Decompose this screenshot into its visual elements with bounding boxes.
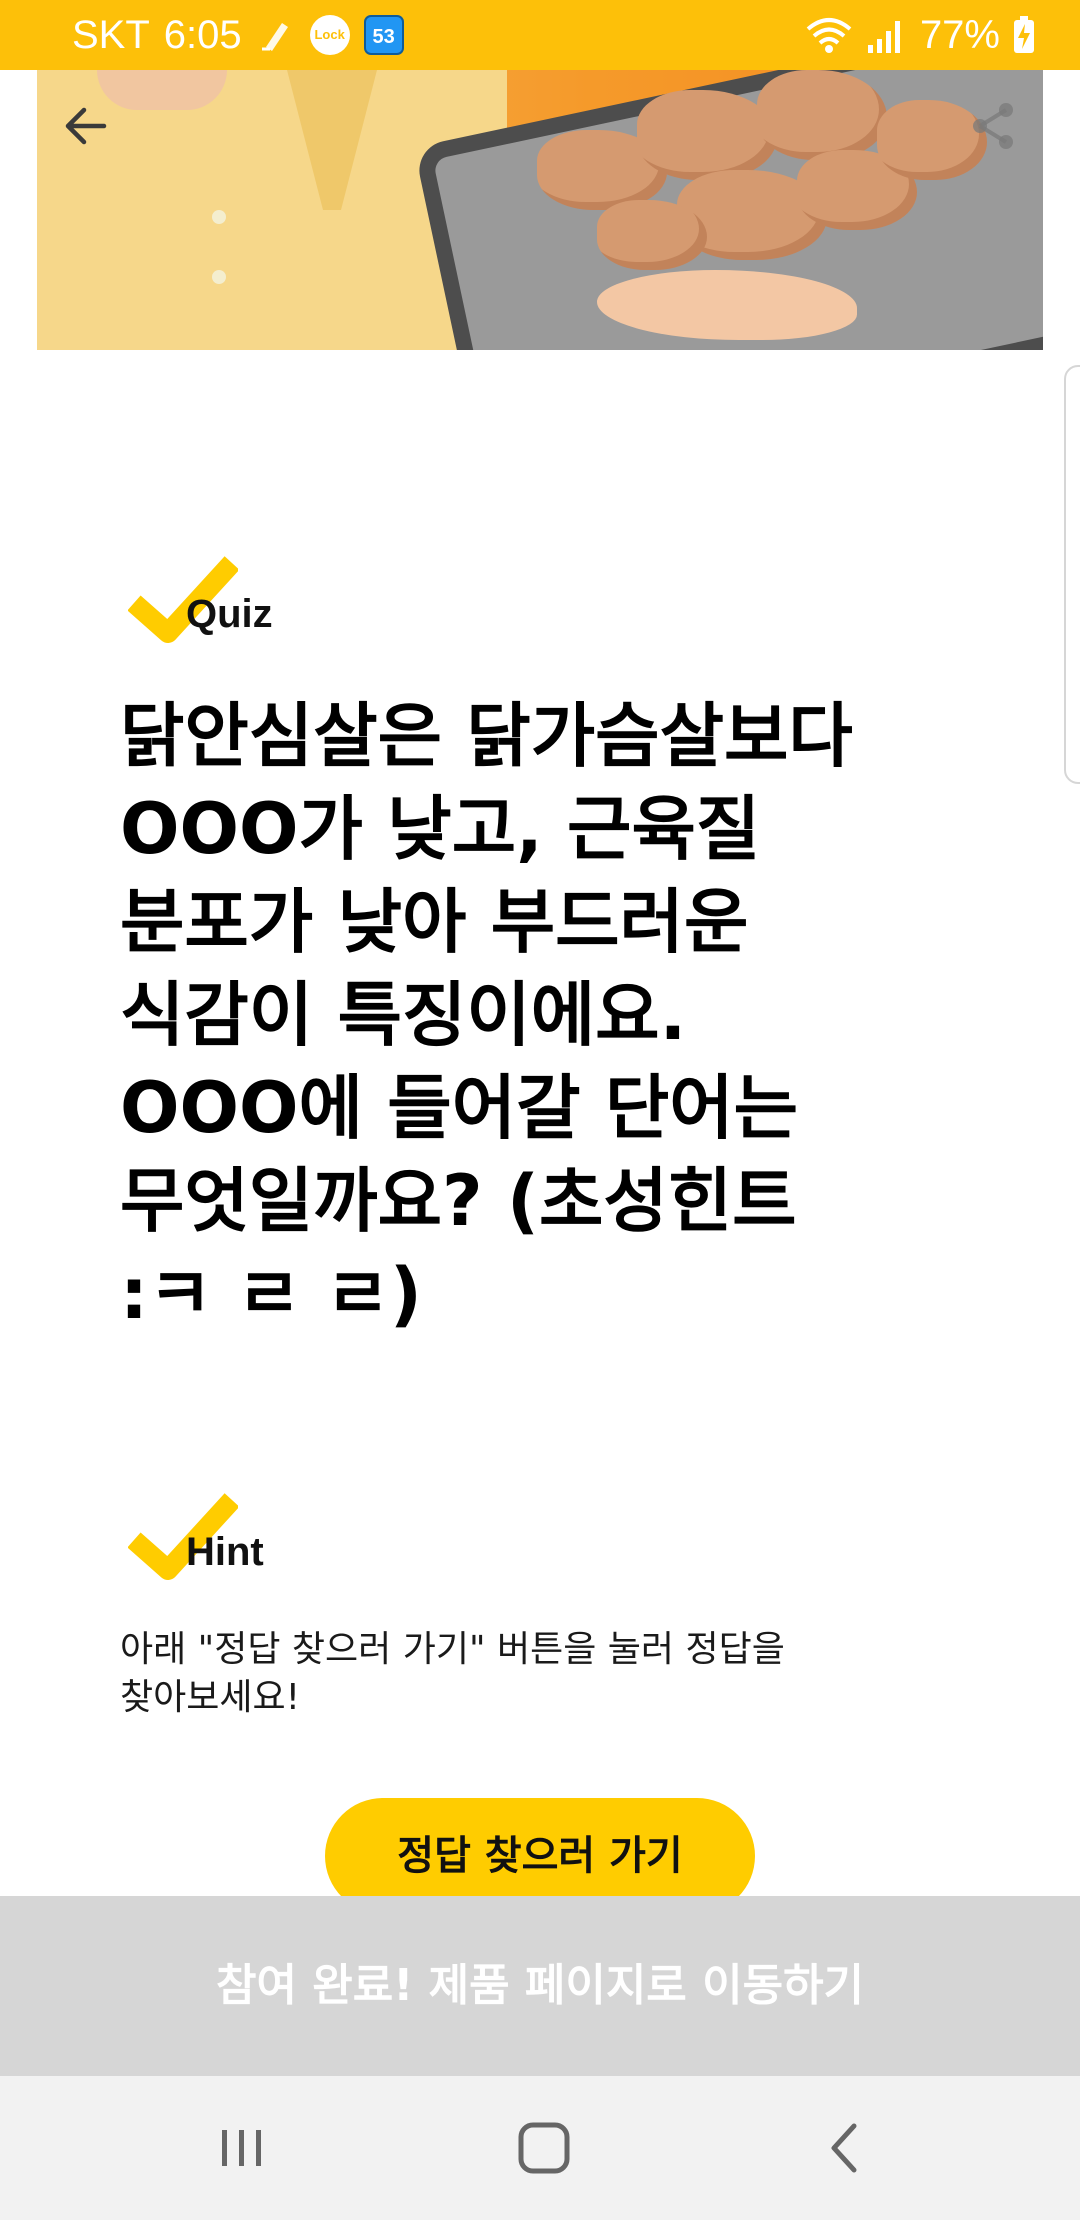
hero-banner-image [37, 70, 1043, 350]
system-back-icon[interactable] [810, 2112, 882, 2184]
olock-notification-icon: Lock [309, 15, 350, 55]
battery-charging-icon [1014, 16, 1034, 53]
wifi-icon [806, 18, 852, 53]
scroll-handle[interactable] [1064, 365, 1080, 784]
quiz-label: Quiz [186, 592, 273, 636]
notification-count-badge: 53 [363, 15, 404, 55]
quiz-question: 닭안심살은 닭가슴살보다 OOO가 낮고, 근육질 분포가 낮아 부드러운 식감… [120, 695, 853, 1335]
hint-text: 아래 "정답 찾으러 가기" 버튼을 눌러 정답을 찾아보세요! [120, 1629, 785, 1718]
status-left: SKT 6:05 Lock 53 [72, 10, 404, 60]
home-icon[interactable] [508, 2112, 580, 2184]
battery-percent: 77% [919, 12, 1000, 57]
share-icon[interactable] [968, 100, 1020, 152]
go-to-product-page-button[interactable]: 참여 완료! 제품 페이지로 이동하기 [0, 1896, 1080, 2076]
pen-notification-icon [261, 23, 288, 51]
signal-icon [867, 21, 900, 53]
carrier-label: SKT [72, 12, 150, 57]
recent-apps-icon[interactable] [206, 2112, 278, 2184]
status-bar: SKT 6:05 Lock 53 77% [0, 0, 1080, 70]
clock: 6:05 [163, 12, 242, 57]
hint-label: Hint [186, 1530, 264, 1574]
chicken-piece [597, 200, 707, 270]
status-right: 77% [804, 10, 1036, 60]
chicken-piece [757, 70, 887, 160]
system-navigation-bar [0, 2076, 1080, 2220]
back-arrow-icon[interactable] [60, 100, 112, 152]
hero-neck [97, 70, 227, 110]
chicken-piece [637, 90, 777, 180]
